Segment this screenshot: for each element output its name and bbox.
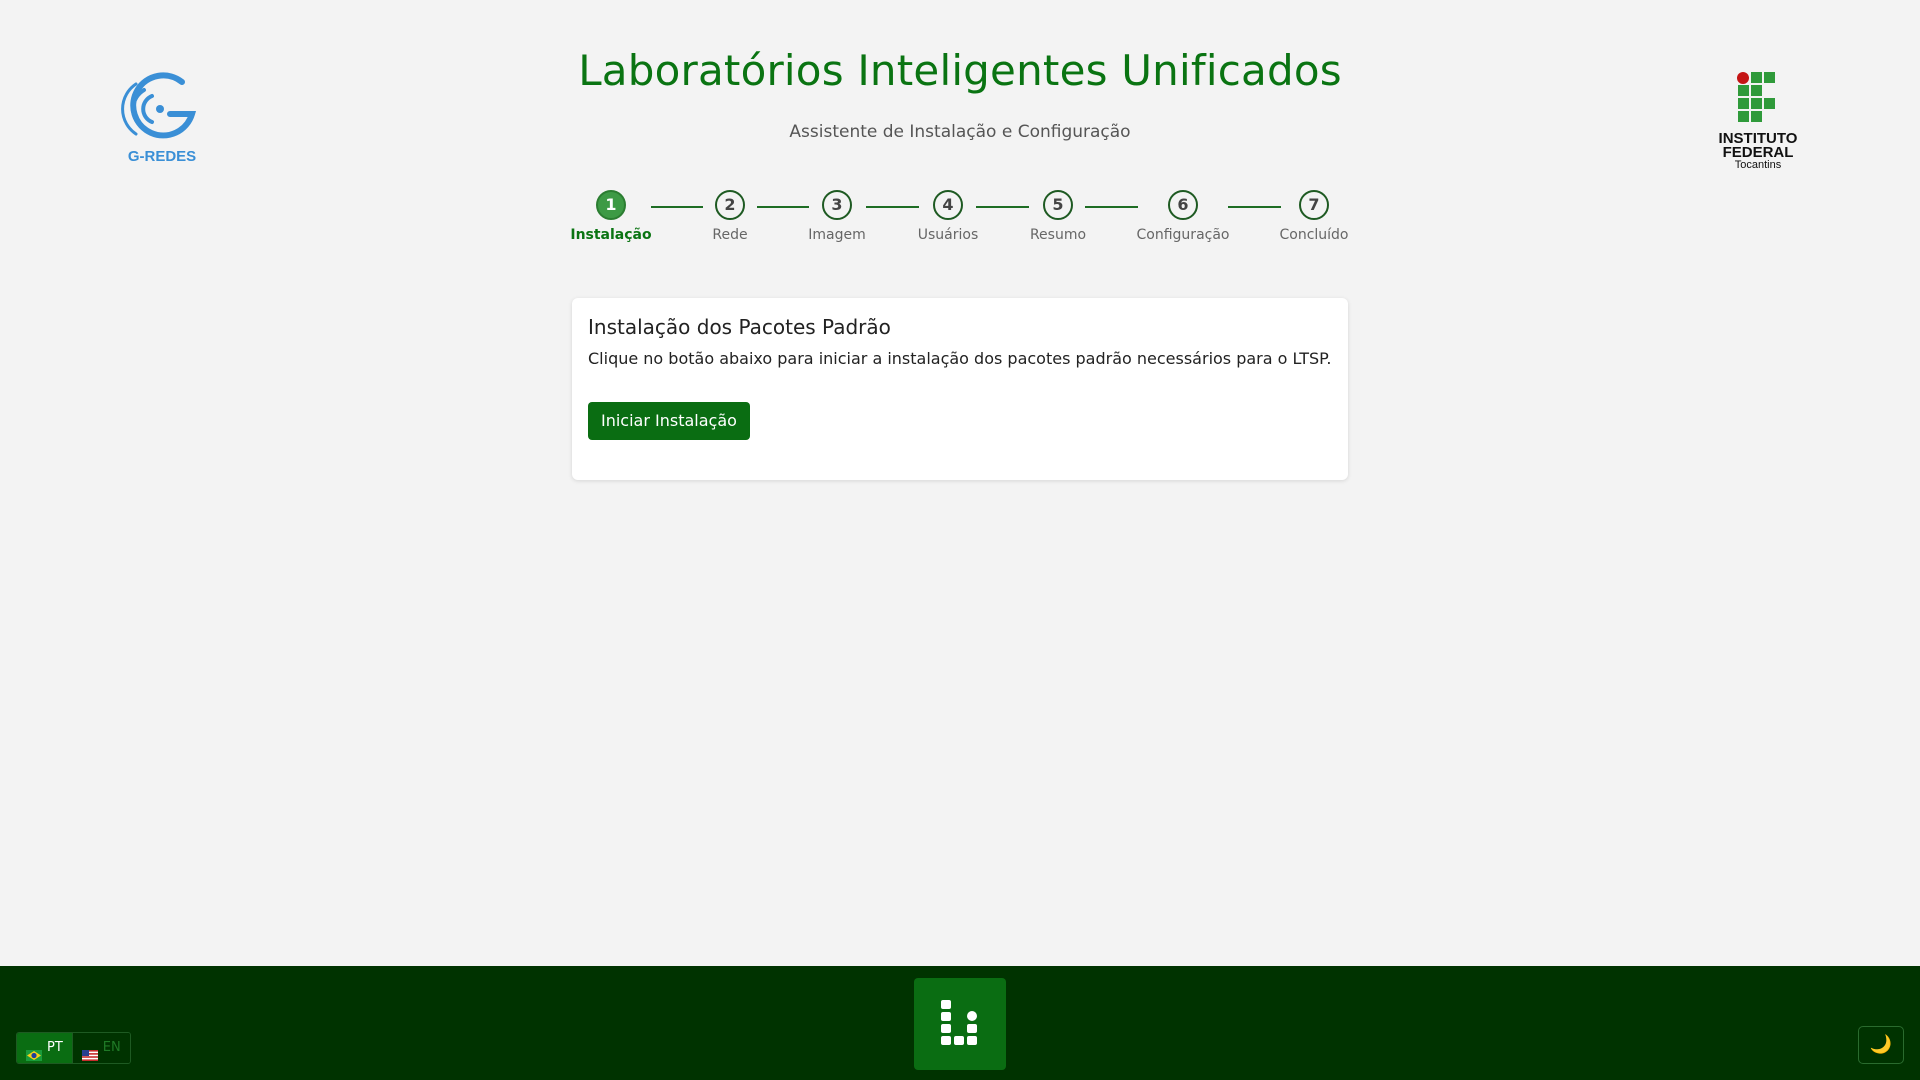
step-configuracao[interactable]: 6 Configuração — [1123, 190, 1243, 243]
moon-icon: 🌙 — [1869, 1034, 1893, 1055]
step-label: Instalação — [570, 227, 652, 243]
step-number: 1 — [596, 190, 626, 220]
g-redes-logo-text: G-REDES — [127, 148, 197, 165]
step-label: Rede — [712, 227, 748, 243]
step-number: 3 — [822, 190, 852, 220]
step-number: 6 — [1168, 190, 1198, 220]
step-instalacao[interactable]: 1 Instalação — [551, 190, 671, 243]
card-description: Clique no botão abaixo para iniciar a in… — [588, 349, 1332, 368]
language-code: EN — [102, 1040, 121, 1055]
step-number: 5 — [1043, 190, 1073, 220]
ltsp-logo — [914, 978, 1006, 1070]
us-flag-icon — [81, 1043, 98, 1061]
language-code: PT — [47, 1040, 63, 1055]
brazil-flag-icon — [26, 1043, 42, 1061]
page-title: Laboratórios Inteligentes Unificados — [578, 46, 1342, 95]
install-card: Instalação dos Pacotes Padrão Clique no … — [572, 298, 1348, 480]
instituto-federal-logo-icon — [1737, 72, 1775, 122]
step-label: Resumo — [1029, 227, 1087, 243]
language-button-en[interactable]: EN — [71, 1033, 130, 1063]
step-label: Usuários — [917, 227, 979, 243]
step-number: 2 — [715, 190, 745, 220]
start-install-button[interactable]: Iniciar Instalação — [588, 402, 750, 440]
instituto-federal-logo: INSTITUTO FEDERAL Tocantins — [1710, 70, 1806, 171]
card-title: Instalação dos Pacotes Padrão — [588, 315, 891, 339]
language-switcher: PT EN — [16, 1032, 131, 1064]
step-concluido[interactable]: 7 Concluído — [1254, 190, 1374, 243]
wizard-stepper: 1 Instalação 2 Rede 3 Imagem 4 Usuários … — [0, 190, 1920, 250]
page-subtitle: Assistente de Instalação e Configuração — [789, 122, 1131, 142]
step-usuarios[interactable]: 4 Usuários — [888, 190, 1008, 243]
step-resumo[interactable]: 5 Resumo — [998, 190, 1118, 243]
step-number: 7 — [1299, 190, 1329, 220]
step-number: 4 — [933, 190, 963, 220]
language-button-pt[interactable]: PT — [17, 1033, 72, 1063]
ltsp-logo-icon — [941, 1000, 977, 1045]
step-label: Configuração — [1136, 227, 1230, 243]
logo-line-tocantins: Tocantins — [1734, 159, 1782, 171]
footer: PT EN 🌙 — [0, 966, 1920, 1080]
step-rede[interactable]: 2 Rede — [670, 190, 790, 243]
step-imagem[interactable]: 3 Imagem — [777, 190, 897, 243]
theme-toggle-button[interactable]: 🌙 — [1858, 1026, 1904, 1064]
step-label: Concluído — [1279, 227, 1349, 243]
step-label: Imagem — [808, 227, 866, 243]
